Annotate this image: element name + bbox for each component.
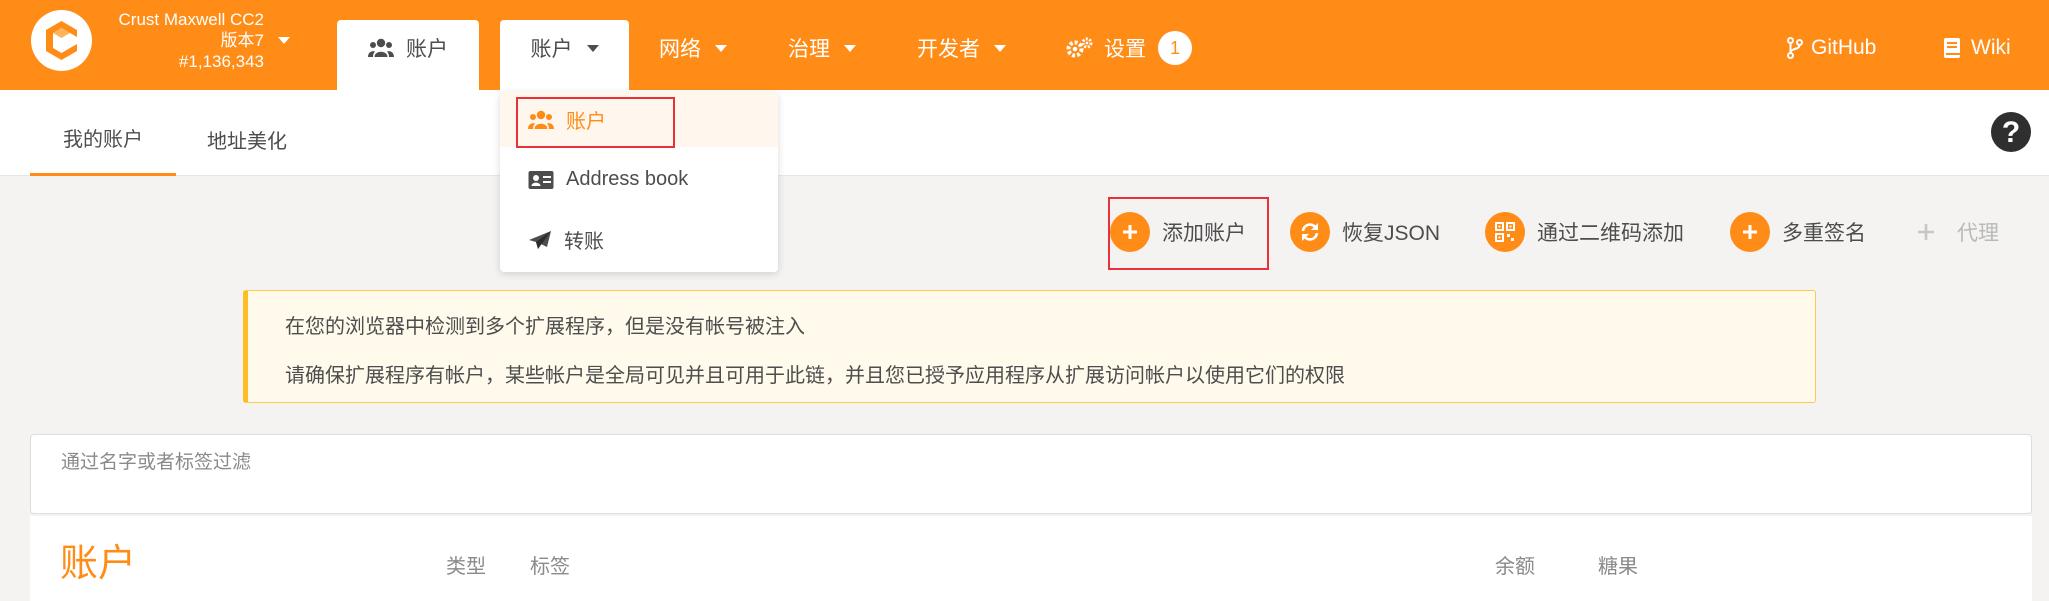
nav-menu-network[interactable]: 网络 <box>659 20 727 90</box>
column-tags: 标签 <box>530 556 570 578</box>
filter-input[interactable] <box>61 449 1961 477</box>
chevron-down-icon <box>715 44 727 52</box>
block-number: #1,136,343 <box>178 52 264 71</box>
subtab-vanity-address[interactable]: 地址美化 <box>207 90 287 176</box>
nav-menu-accounts[interactable]: 账户 <box>500 20 629 90</box>
settings-badge: 1 <box>1158 31 1192 65</box>
wiki-label: Wiki <box>1971 36 2011 59</box>
users-icon <box>368 38 394 57</box>
nav-settings-label: 设置 <box>1104 38 1146 61</box>
github-link[interactable]: GitHub <box>1787 20 1876 90</box>
top-navbar: Crust Maxwell CC2 版本7 #1,136,343 账户 账户 网… <box>0 0 2049 90</box>
highlight-box-accounts-item <box>516 97 675 148</box>
chevron-down-icon <box>844 44 856 52</box>
wiki-link[interactable]: Wiki <box>1943 20 2011 90</box>
add-via-qr-button[interactable]: 通过二维码添加 <box>1485 210 1684 254</box>
code-branch-icon <box>1787 37 1803 59</box>
gears-icon <box>1066 37 1093 58</box>
plus-icon <box>1730 212 1770 252</box>
extension-warning: 在您的浏览器中检测到多个扩展程序，但是没有帐号被注入 请确保扩展程序有帐户，某些… <box>243 290 1816 403</box>
proxy-button[interactable]: 代理 <box>1917 210 1999 254</box>
column-balance: 余额 <box>1495 556 1535 578</box>
chevron-down-icon <box>994 44 1006 52</box>
nav-menu-governance-label: 治理 <box>788 38 830 61</box>
add-via-qr-label: 通过二维码添加 <box>1537 222 1684 245</box>
chain-chevron-down-icon[interactable] <box>278 37 290 44</box>
subtab-vanity-address-label: 地址美化 <box>207 130 287 153</box>
book-icon <box>1944 38 1960 58</box>
accounts-table-header: 账户 类型 标签 余额 糖果 <box>30 516 2032 601</box>
column-candy: 糖果 <box>1598 556 1638 578</box>
column-type: 类型 <box>446 556 486 578</box>
subtab-my-accounts-label: 我的账户 <box>63 129 143 151</box>
accounts-table-title: 账户 <box>60 543 137 585</box>
proxy-label: 代理 <box>1957 222 1999 245</box>
filter-container <box>30 434 2032 514</box>
multisig-label: 多重签名 <box>1782 222 1866 245</box>
warning-line-1: 在您的浏览器中检测到多个扩展程序，但是没有帐号被注入 <box>285 316 805 338</box>
chain-name: Crust Maxwell CC2 <box>118 10 264 29</box>
plus-icon <box>1918 224 1934 240</box>
dropdown-item-address-book-label: Address book <box>566 168 689 190</box>
restore-json-button[interactable]: 恢复JSON <box>1290 210 1440 254</box>
highlight-box-add-account <box>1108 197 1269 270</box>
address-card-icon <box>528 170 554 189</box>
help-icon[interactable]: ? <box>1991 112 2031 152</box>
warning-line-2: 请确保扩展程序有帐户，某些帐户是全局可见并且可用于此链，并且您已授予应用程序从扩… <box>285 365 1345 387</box>
nav-settings[interactable]: 设置 1 <box>1066 20 1192 90</box>
sync-icon <box>1290 212 1330 252</box>
dropdown-item-transfer[interactable]: 转账 <box>500 212 778 267</box>
dropdown-item-transfer-label: 转账 <box>564 231 604 253</box>
chain-version: 版本7 <box>220 31 264 50</box>
nav-tab-accounts-label: 账户 <box>406 38 448 61</box>
multisig-button[interactable]: 多重签名 <box>1730 210 1866 254</box>
chain-selector[interactable]: Crust Maxwell CC2 版本7 #1,136,343 <box>80 9 264 72</box>
nav-menu-network-label: 网络 <box>659 38 701 61</box>
nav-menu-accounts-label: 账户 <box>530 38 573 61</box>
github-label: GitHub <box>1811 36 1877 59</box>
restore-json-label: 恢复JSON <box>1342 222 1441 245</box>
paper-plane-icon <box>529 230 551 249</box>
nav-menu-governance[interactable]: 治理 <box>788 20 856 90</box>
sub-navbar: 我的账户 地址美化 <box>0 90 2049 176</box>
chevron-down-icon <box>586 44 599 52</box>
subtab-my-accounts[interactable]: 我的账户 <box>30 90 176 176</box>
dropdown-item-address-book[interactable]: Address book <box>500 152 778 207</box>
nav-menu-developer-label: 开发者 <box>917 38 980 61</box>
nav-menu-developer[interactable]: 开发者 <box>917 20 1006 90</box>
qrcode-icon <box>1485 212 1525 252</box>
nav-tab-accounts[interactable]: 账户 <box>337 20 479 90</box>
